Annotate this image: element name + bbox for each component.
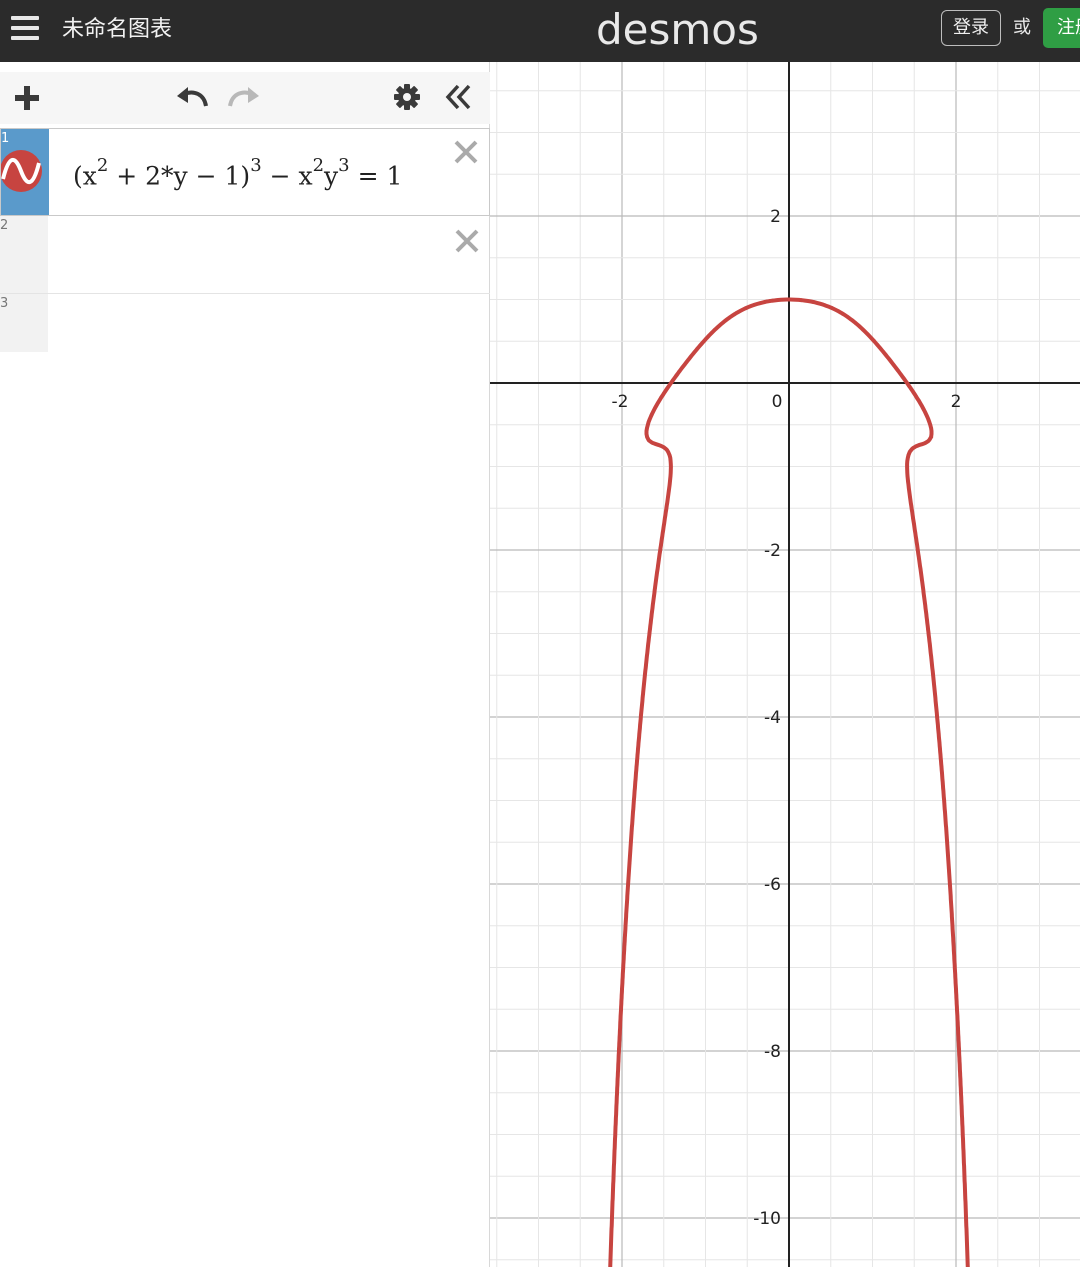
hamburger-menu-icon[interactable]	[11, 16, 39, 42]
math-text: − x	[261, 161, 313, 191]
expression-panel: 1 (x2 + 2*y − 1)3 − x2y3 = 1 2 3	[0, 62, 490, 1267]
expression-input-1[interactable]: (x2 + 2*y − 1)3 − x2y3 = 1	[73, 155, 403, 191]
math-exponent: 2	[312, 155, 325, 176]
plus-icon[interactable]	[13, 84, 41, 112]
y-tick-label: -6	[764, 875, 781, 895]
math-text: y	[324, 161, 339, 191]
expression-row-2[interactable]: 2	[0, 216, 490, 294]
y-tick-label: -10	[753, 1209, 781, 1229]
login-button[interactable]: 登录	[941, 10, 1001, 46]
graph-wave-icon[interactable]	[1, 149, 45, 193]
math-text: (x	[73, 161, 97, 191]
undo-icon[interactable]	[174, 84, 210, 110]
math-text: + 2*y − 1)	[108, 161, 251, 191]
y-tick-label: 2	[770, 207, 781, 227]
x-tick-label: 0	[772, 392, 783, 412]
expression-list: 1 (x2 + 2*y − 1)3 − x2y3 = 1 2 3	[0, 128, 490, 352]
y-tick-label: -2	[764, 541, 781, 561]
delete-expression-2-icon[interactable]	[454, 228, 480, 254]
gear-icon[interactable]	[393, 83, 421, 111]
y-tick-label: -8	[764, 1042, 781, 1062]
math-exponent: 2	[96, 155, 109, 176]
expression-toolbar	[0, 72, 490, 124]
math-exponent: 3	[250, 155, 262, 176]
double-chevron-left-icon[interactable]	[444, 82, 474, 112]
graph-title[interactable]: 未命名图表	[62, 14, 172, 46]
expression-index: 2	[0, 218, 9, 233]
or-label: 或	[1013, 17, 1031, 38]
graph-canvas[interactable]: -2 0 2 2 -2 -4 -6 -8 -10	[490, 62, 1080, 1267]
top-bar: 未命名图表 desmos 登录 或 注册	[0, 0, 1080, 62]
expression-row-1[interactable]: 1 (x2 + 2*y − 1)3 − x2y3 = 1	[0, 128, 490, 216]
delete-expression-1-icon[interactable]	[453, 139, 479, 165]
signup-button[interactable]: 注册	[1043, 8, 1080, 48]
expression-row-3[interactable]: 3	[0, 294, 490, 352]
math-exponent: 3	[338, 155, 350, 176]
expression-index: 1	[1, 131, 10, 146]
x-tick-label: -2	[612, 392, 629, 412]
math-text: = 1	[349, 161, 403, 191]
expression-index: 3	[0, 296, 9, 311]
x-tick-label: 2	[951, 392, 962, 412]
redo-icon[interactable]	[226, 84, 262, 110]
desmos-logo: desmos	[596, 5, 759, 54]
y-tick-label: -4	[764, 708, 781, 728]
